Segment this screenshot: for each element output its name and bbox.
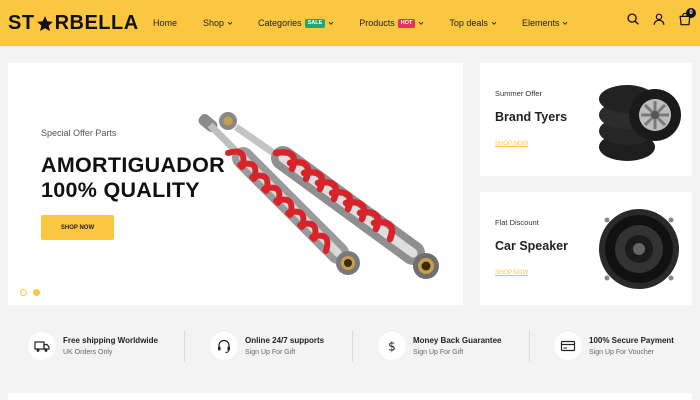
feature-title: Free shipping Worldwide: [63, 336, 158, 345]
slider-dots: [20, 289, 40, 296]
hero-shop-now-button[interactable]: SHOP NOW: [41, 215, 114, 240]
feature-title: 100% Secure Payment: [589, 336, 674, 345]
brand-name-left: ST: [8, 12, 35, 34]
brand-logo[interactable]: ST RBELLA: [8, 12, 139, 35]
feature-subtitle: Sign Up For Gift: [245, 349, 296, 356]
hero-slider: Special Offer Parts AMORTIGUADOR 100% QU…: [8, 63, 463, 305]
brand-name-right: RBELLA: [54, 12, 139, 34]
divider: [529, 330, 530, 362]
feature-secure-payment: 100% Secure Payment Sign Up For Voucher: [554, 322, 674, 370]
sale-badge: SALE: [304, 18, 326, 28]
header-actions: 0: [626, 8, 696, 26]
star-icon: [36, 15, 53, 31]
feature-support: Online 24/7 supports Sign Up For Gift: [210, 322, 324, 370]
nav-label: Products: [359, 18, 395, 28]
feature-icon-wrap: $: [378, 332, 406, 360]
feature-subtitle: UK Orders Only: [63, 349, 113, 356]
nav-label: Top deals: [449, 18, 488, 28]
nav-label: Home: [153, 18, 178, 28]
nav-label: Elements: [521, 18, 560, 28]
card-icon: [560, 340, 576, 352]
feature-title: Online 24/7 supports: [245, 336, 325, 345]
nav-item-categories[interactable]: Categories SALE: [258, 18, 335, 28]
banner-shop-now-link[interactable]: SHOP NOW: [495, 270, 528, 276]
cart-button[interactable]: 0: [678, 8, 696, 26]
chevron-down-icon: [328, 21, 334, 25]
banner-title: Car Speaker: [495, 239, 568, 253]
search-icon[interactable]: [626, 12, 640, 26]
nav-item-shop[interactable]: Shop: [203, 18, 234, 28]
feature-subtitle: Sign Up For Voucher: [589, 349, 654, 356]
car-speaker-image: [599, 209, 679, 289]
feature-icon-wrap: [28, 332, 56, 360]
feature-money-back: $ Money Back Guarantee Sign Up For Gift: [378, 322, 501, 370]
divider: [184, 330, 185, 362]
feature-icon-wrap: [210, 332, 238, 360]
feature-icon-wrap: [554, 332, 582, 360]
user-icon[interactable]: [652, 12, 666, 26]
truck-icon: [34, 341, 50, 352]
chevron-down-icon: [419, 21, 424, 25]
divider: [352, 330, 353, 362]
feature-title: Money Back Guarantee: [413, 336, 502, 345]
headset-icon: [218, 339, 230, 353]
site-header: ST RBELLA Home Shop Categories SALE Prod…: [0, 0, 700, 46]
next-section-edge: [8, 393, 692, 400]
nav-label: Shop: [203, 18, 225, 28]
tyres-image: [599, 85, 681, 161]
chevron-down-icon: [227, 21, 233, 25]
hot-badge: HOT: [397, 18, 416, 28]
feature-subtitle: Sign Up For Gift: [413, 349, 464, 356]
cart-count-badge: 0: [686, 8, 696, 18]
nav-item-top-deals[interactable]: Top deals: [449, 18, 498, 28]
dollar-icon: $: [388, 340, 396, 354]
nav-label: Categories: [258, 18, 302, 28]
features-bar: Free shipping Worldwide UK Orders Only O…: [0, 322, 700, 372]
banner-car-speaker[interactable]: Flat Discount Car Speaker SHOP NOW: [480, 192, 692, 305]
chevron-down-icon: [563, 21, 568, 25]
hero-subtitle: Special Offer Parts: [41, 128, 117, 138]
chevron-down-icon: [491, 21, 497, 25]
feature-free-shipping: Free shipping Worldwide UK Orders Only: [28, 322, 158, 370]
banner-brand-tyers[interactable]: Summer Offer Brand Tyers SHOP NOW: [480, 63, 692, 176]
banner-subtitle: Summer Offer: [495, 89, 542, 98]
svg-text:$: $: [388, 340, 396, 354]
nav-item-home[interactable]: Home: [153, 18, 177, 28]
nav-item-products[interactable]: Products HOT: [359, 18, 425, 28]
banner-subtitle: Flat Discount: [495, 218, 539, 227]
slider-dot-1[interactable]: [20, 289, 27, 296]
banner-shop-now-link[interactable]: SHOP NOW: [495, 141, 528, 147]
shock-absorber-image: [198, 112, 439, 279]
slider-dot-2[interactable]: [33, 289, 40, 296]
banner-title: Brand Tyers: [495, 110, 568, 124]
nav-item-elements[interactable]: Elements: [522, 18, 570, 28]
main-nav: Home Shop Categories SALE Products HOT T…: [153, 0, 569, 46]
